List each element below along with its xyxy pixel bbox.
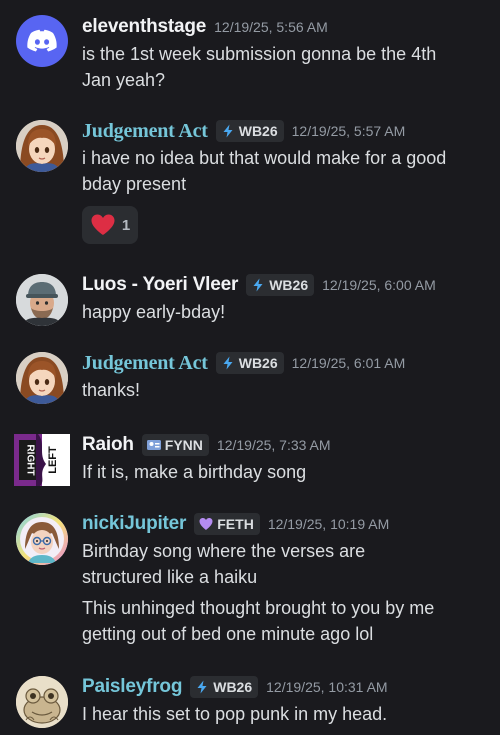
message-line: Jan yeah? (82, 70, 166, 90)
heart-badge-icon (199, 518, 213, 530)
message: Judgement Act WB26 12/19/25, 6:01 AM tha… (0, 350, 500, 408)
guild-tag[interactable]: FETH (194, 513, 260, 535)
username[interactable]: Luos - Yoeri Vleer (82, 274, 238, 296)
guild-tag[interactable]: WB26 (190, 676, 259, 698)
message: Paisleyfrog WB26 12/19/25, 10:31 AM I he… (0, 674, 500, 732)
guild-tag-label: FETH (217, 516, 254, 532)
message: eleventhstage 12/19/25, 5:56 AM is the 1… (0, 14, 500, 94)
avatar-text-left: LEFT (47, 446, 59, 474)
message-line: structured like a haiku (82, 567, 258, 587)
right-left-avatar-icon: RIGHT LEFT (14, 434, 70, 486)
message-text: i have no idea but that would make for a… (82, 145, 487, 197)
message-line: getting out of bed one minute ago lol (82, 624, 374, 644)
lightning-icon (253, 278, 263, 292)
frog-sketch-avatar-icon (16, 676, 68, 728)
lightning-icon (223, 356, 233, 370)
guild-tag-label: WB26 (238, 355, 278, 371)
avatar[interactable] (16, 513, 68, 565)
timestamp: 12/19/25, 5:56 AM (214, 19, 328, 35)
timestamp: 12/19/25, 10:31 AM (266, 679, 388, 695)
avatar[interactable] (16, 676, 68, 728)
message-text: thanks! (82, 377, 487, 403)
avatar[interactable] (16, 120, 68, 172)
message-line: is the 1st week submission gonna be the … (82, 44, 437, 64)
user-badge-icon (146, 440, 161, 450)
message-header: Judgement Act WB26 12/19/25, 5:57 AM (82, 118, 405, 144)
guild-tag-label: WB26 (238, 123, 278, 139)
message-text: This unhinged thought brought to you by … (82, 595, 487, 647)
guild-tag[interactable]: WB26 (215, 120, 284, 142)
timestamp: 12/19/25, 6:00 AM (322, 277, 436, 293)
message-header: Luos - Yoeri Vleer WB26 12/19/25, 6:00 A… (82, 272, 436, 298)
anime-girl-avatar-icon (16, 120, 68, 172)
username[interactable]: Judgement Act (82, 352, 208, 375)
message: nickiJupiter FETH 12/19/25, 10:19 AM Bir… (0, 511, 500, 651)
avatar-text-right: RIGHT (25, 444, 36, 475)
guild-tag[interactable]: FYNN (141, 434, 209, 456)
message-line: This unhinged thought brought to you by … (82, 598, 435, 618)
lightning-icon (197, 680, 207, 694)
message-line: If it is, make a birthday song (82, 462, 307, 482)
username[interactable]: Judgement Act (82, 120, 208, 143)
message-text: I hear this set to pop punk in my head. (82, 701, 487, 727)
message-header: Paisleyfrog WB26 12/19/25, 10:31 AM (82, 674, 388, 700)
message-line: i have no idea but that would make for a… (82, 148, 447, 168)
chat-message-list: eleventhstage 12/19/25, 5:56 AM is the 1… (0, 0, 500, 735)
avatar[interactable] (16, 274, 68, 326)
guild-tag[interactable]: WB26 (215, 352, 284, 374)
avatar[interactable]: RIGHT LEFT (14, 434, 70, 486)
heart-icon (91, 214, 115, 235)
guild-tag-label: WB26 (213, 679, 253, 695)
username[interactable]: nickiJupiter (82, 513, 186, 535)
reaction-count: 1 (121, 216, 131, 234)
cartoon-girl-glasses-avatar-icon (16, 513, 68, 565)
anime-girl-avatar-icon (16, 352, 68, 404)
timestamp: 12/19/25, 7:33 AM (216, 437, 331, 453)
message-text: Birthday song where the verses are struc… (82, 538, 487, 590)
guild-tag-label: WB26 (269, 277, 309, 293)
message-text: is the 1st week submission gonna be the … (82, 41, 487, 93)
message-text: happy early-bday! (82, 299, 487, 325)
avatar[interactable] (16, 352, 68, 404)
guild-tag[interactable]: WB26 (246, 274, 315, 296)
message: Judgement Act WB26 12/19/25, 5:57 AM i h… (0, 118, 500, 248)
message-header: eleventhstage 12/19/25, 5:56 AM (82, 14, 328, 40)
message-header: Raioh FYNN 12/19/25, 7:33 AM (82, 432, 331, 458)
message-line: thanks! (82, 380, 141, 400)
message-text: If it is, make a birthday song (82, 459, 487, 485)
avatar[interactable] (16, 15, 68, 67)
guild-tag-label: FYNN (164, 437, 203, 453)
message: Luos - Yoeri Vleer WB26 12/19/25, 6:00 A… (0, 272, 500, 330)
username[interactable]: Paisleyfrog (82, 676, 182, 698)
timestamp: 12/19/25, 6:01 AM (291, 355, 406, 371)
message-line: bday present (82, 174, 187, 194)
timestamp: 12/19/25, 10:19 AM (267, 516, 390, 532)
man-with-cap-avatar-icon (16, 274, 68, 326)
lightning-icon (223, 124, 233, 138)
reaction-button[interactable]: 1 (82, 206, 138, 244)
message-header: Judgement Act WB26 12/19/25, 6:01 AM (82, 350, 405, 376)
message-line: Birthday song where the verses are (82, 541, 366, 561)
message-line: happy early-bday! (82, 302, 226, 322)
username[interactable]: eleventhstage (82, 16, 206, 38)
username[interactable]: Raioh (82, 434, 134, 456)
timestamp: 12/19/25, 5:57 AM (291, 123, 406, 139)
message-header: nickiJupiter FETH 12/19/25, 10:19 AM (82, 511, 389, 537)
message: RIGHT LEFT Raioh FYNN 12/19/25, 7:33 AM … (0, 432, 500, 490)
message-line: I hear this set to pop punk in my head. (82, 704, 388, 724)
discord-logo-icon (27, 29, 57, 52)
